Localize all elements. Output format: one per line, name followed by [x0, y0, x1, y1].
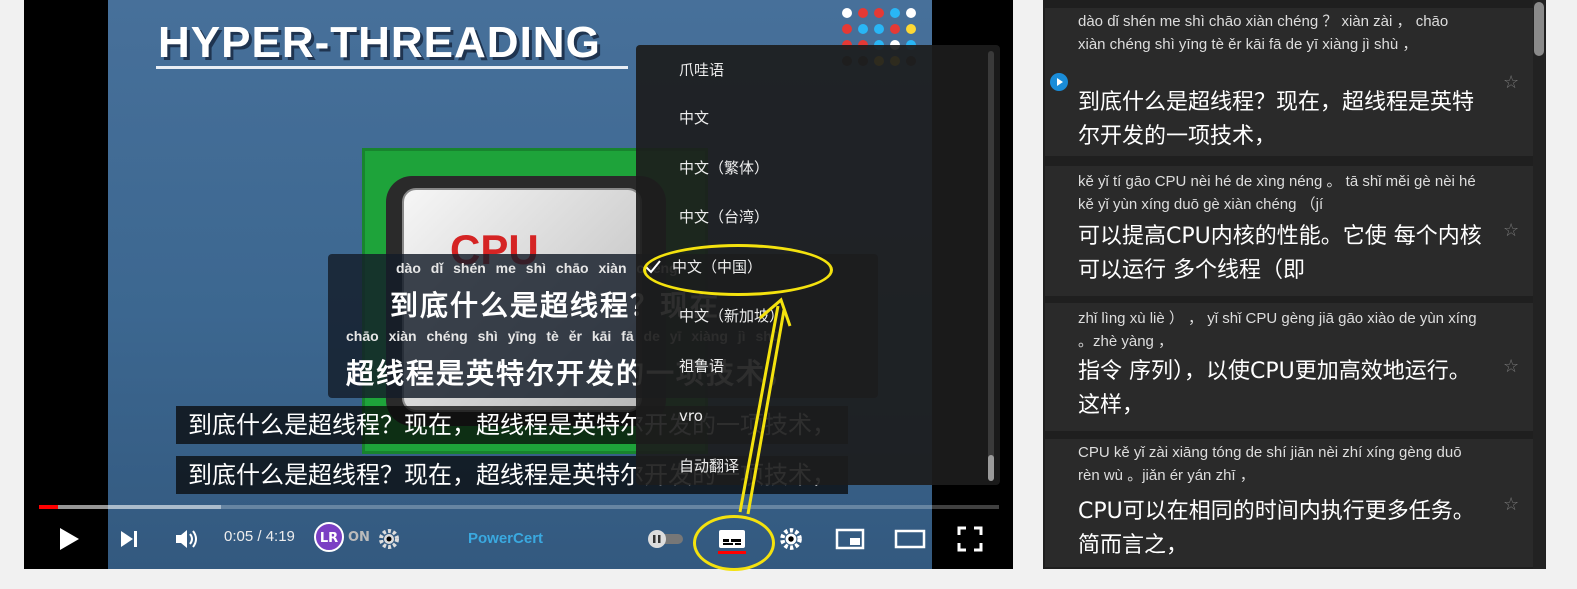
- settings-button[interactable]: [774, 520, 808, 558]
- theater-icon: [894, 529, 926, 549]
- transcript-panel[interactable]: dào dǐ shén me shì chāo xiàn chéng ？ xià…: [1043, 0, 1546, 569]
- star-icon[interactable]: ☆: [1503, 494, 1519, 515]
- menu-item-label: 中文: [679, 109, 710, 127]
- lr-extension-badge[interactable]: LR: [314, 522, 344, 552]
- transcript-scroll-thumb[interactable]: [1534, 2, 1544, 56]
- annotation-ellipse-cc: [693, 515, 775, 571]
- card-pinyin: zhǐ lìng xù liè ） ， yǐ shǐ CPU gèng jiā …: [1078, 310, 1477, 350]
- card-han: 可以提高CPU内核的性能。它使 每个内核可以运行 多个线程（即: [1078, 224, 1482, 283]
- transcript-scrollbar[interactable]: [1533, 0, 1545, 569]
- decorative-dot: [906, 24, 916, 34]
- fullscreen-button[interactable]: [952, 520, 988, 558]
- card-pinyin: kě yǐ tí gāo CPU nèi hé de xìng néng 。 t…: [1078, 173, 1476, 213]
- menu-item-label: vro: [679, 407, 703, 425]
- decorative-dot: [874, 8, 884, 18]
- next-icon: [121, 531, 137, 547]
- decorative-dot: [890, 24, 900, 34]
- progress-played: [39, 505, 59, 509]
- menu-item-label: 中文（新加坡）: [679, 307, 785, 325]
- menu-item-label: 中文（台湾）: [679, 208, 770, 226]
- decorative-dot: [842, 8, 852, 18]
- title-underline: [156, 66, 628, 69]
- menu-item-chinese-singapore[interactable]: 中文（新加坡）: [679, 301, 784, 331]
- video-title-overlay: HYPER-THREADING: [158, 18, 601, 67]
- decorative-dot: [858, 8, 868, 18]
- menu-item-vro[interactable]: vro: [679, 401, 703, 431]
- menu-item-chinese-traditional[interactable]: 中文（繁体）: [679, 153, 769, 183]
- autoplay-toggle[interactable]: [644, 520, 688, 558]
- decorative-dot: [906, 8, 916, 18]
- decorative-dot: [842, 24, 852, 34]
- progress-buffered: [39, 505, 222, 509]
- star-icon[interactable]: ☆: [1503, 72, 1519, 93]
- gear-icon: [379, 529, 399, 549]
- menu-item-chinese[interactable]: 中文: [679, 103, 709, 133]
- autoplay-toggle-icon: [648, 530, 683, 548]
- miniplayer-icon: [835, 528, 865, 550]
- transcript-card-4[interactable]: CPU kě yǐ zài xiāng tóng de shí jiān nèi…: [1045, 439, 1533, 567]
- play-indicator-icon: [1057, 78, 1063, 86]
- decorative-dot: [858, 24, 868, 34]
- card-han: 到底什么是超线程？现在，超线程是英特尔开发的一项技术，: [1078, 90, 1475, 149]
- fullscreen-icon: [957, 526, 983, 552]
- time-display: 0:05 / 4:19: [224, 528, 295, 545]
- card-pinyin: dào dǐ shén me shì chāo xiàn chéng ？ xià…: [1078, 13, 1449, 53]
- volume-button[interactable]: [170, 520, 204, 558]
- card-pinyin: CPU kě yǐ zài xiāng tóng de shí jiān nèi…: [1078, 444, 1462, 484]
- lr-status: ON: [348, 530, 370, 545]
- menu-scroll-thumb[interactable]: [988, 455, 994, 481]
- menu-item-label: 爪哇语: [679, 61, 725, 79]
- menu-item-javanese[interactable]: 爪哇语: [679, 55, 724, 85]
- transcript-card-2[interactable]: kě yǐ tí gāo CPU nèi hé de xìng néng 。 t…: [1045, 166, 1533, 296]
- menu-item-label: 中文（繁体）: [679, 159, 770, 177]
- menu-scrollbar[interactable]: [988, 51, 994, 479]
- menu-item-label: 自动翻译: [679, 457, 740, 475]
- card-han: 指令 序列），以使CPU更加高效地运行。这样，: [1078, 359, 1471, 418]
- transcript-card-3[interactable]: zhǐ lìng xù liè ） ， yǐ shǐ CPU gèng jiā …: [1045, 303, 1533, 431]
- play-button[interactable]: [52, 520, 86, 558]
- play-icon: [60, 528, 79, 550]
- settings-icon: [780, 528, 802, 550]
- volume-icon: [176, 530, 197, 548]
- menu-item-label: 祖鲁语: [679, 357, 725, 375]
- menu-item-chinese-taiwan[interactable]: 中文（台湾）: [679, 202, 769, 232]
- channel-watermark[interactable]: PowerCert: [468, 530, 543, 547]
- decorative-dot: [874, 24, 884, 34]
- next-button[interactable]: [112, 520, 146, 558]
- theater-mode-button[interactable]: [892, 520, 928, 558]
- menu-item-zulu[interactable]: 祖鲁语: [679, 351, 724, 381]
- menu-item-auto-translate[interactable]: 自动翻译: [679, 451, 739, 481]
- miniplayer-button[interactable]: [832, 520, 868, 558]
- decorative-dot: [890, 8, 900, 18]
- star-icon[interactable]: ☆: [1503, 220, 1519, 241]
- active-line-indicator[interactable]: [1050, 73, 1068, 91]
- lr-settings-button[interactable]: [374, 520, 404, 558]
- card-han: CPU可以在相同的时间内执行更多任务。简而言之，: [1078, 499, 1475, 558]
- annotation-ellipse-menu: [643, 244, 833, 296]
- transcript-card-1[interactable]: dào dǐ shén me shì chāo xiàn chéng ？ xià…: [1045, 8, 1533, 156]
- star-icon[interactable]: ☆: [1503, 356, 1519, 377]
